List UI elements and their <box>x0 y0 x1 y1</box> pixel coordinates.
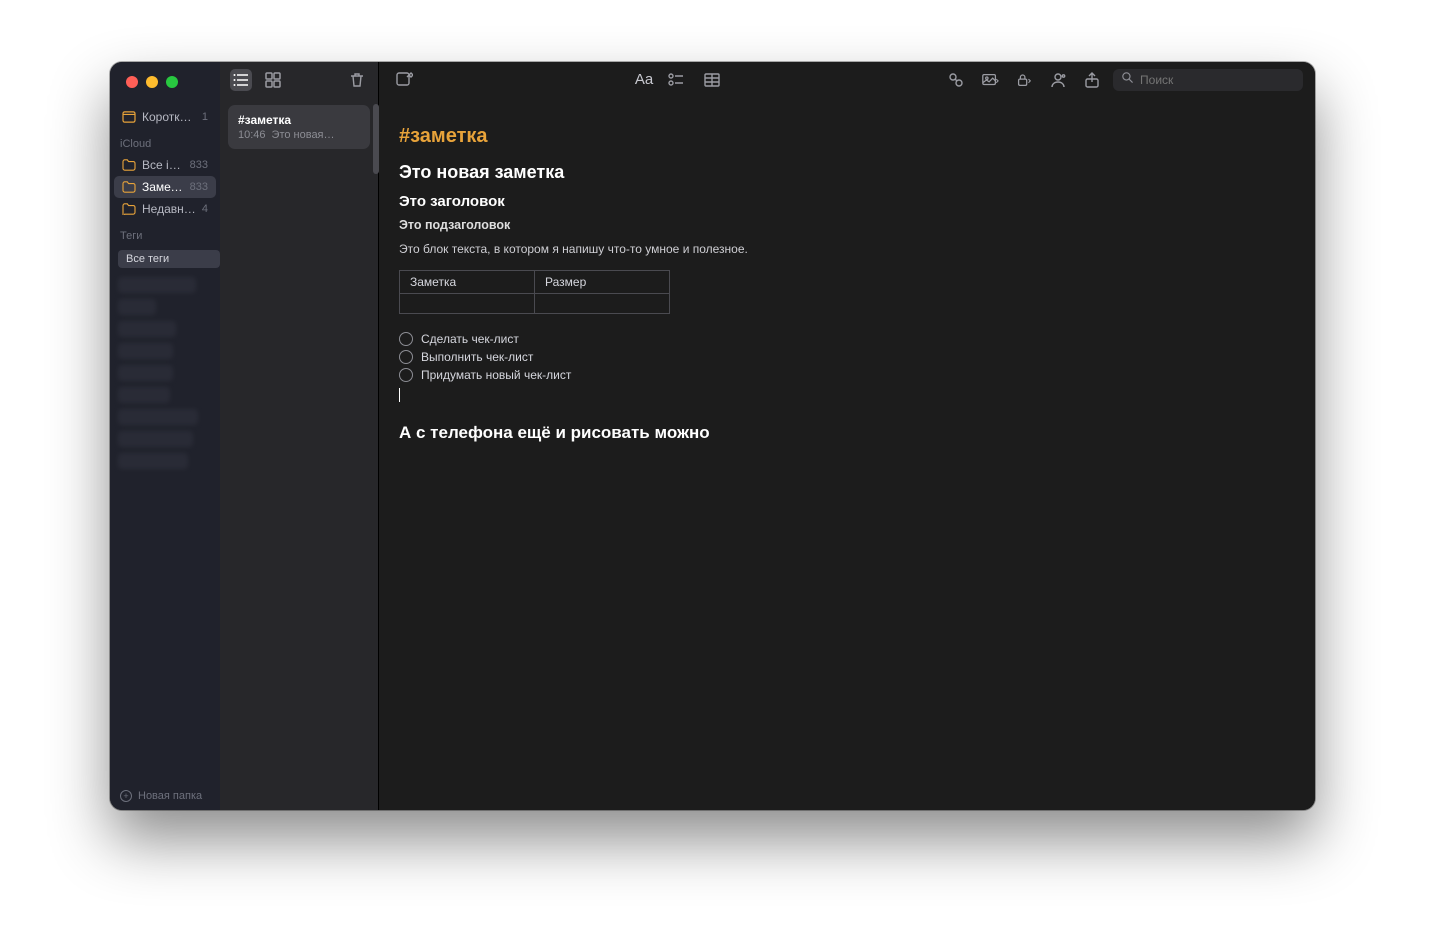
lock-button[interactable] <box>1011 69 1037 91</box>
table-header-cell[interactable]: Размер <box>535 271 670 294</box>
tag-blurred <box>118 409 198 425</box>
sidebar-folder-notes[interactable]: Заметки 833 <box>114 176 216 198</box>
table-button[interactable] <box>699 69 725 91</box>
tag-blurred <box>118 365 173 381</box>
note-heading[interactable]: Это заголовок <box>399 193 1295 210</box>
folder-icon <box>122 203 136 215</box>
format-text-button[interactable]: Aa <box>635 71 653 88</box>
search-box[interactable] <box>1113 69 1303 91</box>
checkbox-circle-icon[interactable] <box>399 332 413 346</box>
checklist-label: Сделать чек-лист <box>421 332 519 346</box>
checklist-item[interactable]: Сделать чек-лист <box>399 332 1295 346</box>
search-input[interactable] <box>1140 73 1295 87</box>
list-toolbar <box>220 62 378 97</box>
search-icon <box>1121 71 1134 89</box>
link-button[interactable] <box>943 69 969 91</box>
share-button[interactable] <box>1079 69 1105 91</box>
text-caret <box>399 388 400 402</box>
view-list-button[interactable] <box>230 69 252 91</box>
note-hashtag[interactable]: #заметка <box>399 125 1295 148</box>
folder-icon <box>122 181 136 193</box>
sidebar-quicknotes[interactable]: Коротки… 1 <box>114 106 216 128</box>
sidebar-folder-label: Заметки <box>142 180 184 194</box>
media-button[interactable] <box>977 69 1003 91</box>
new-folder-button[interactable]: + Новая папка <box>110 782 220 810</box>
window-zoom-button[interactable] <box>166 76 178 88</box>
sidebar-section-icloud: iCloud <box>110 128 220 154</box>
compose-button[interactable] <box>391 69 417 91</box>
note-heading-draw[interactable]: А с телефона ещё и рисовать можно <box>399 423 1295 443</box>
note-item-title: #заметка <box>238 113 360 127</box>
checklist-label: Выполнить чек-лист <box>421 350 533 364</box>
traffic-lights <box>126 76 178 88</box>
tag-blurred <box>118 343 173 359</box>
table-cell[interactable] <box>400 294 535 314</box>
note-subheading[interactable]: Это подзаголовок <box>399 218 1295 232</box>
new-folder-label: Новая папка <box>138 790 202 802</box>
quicknote-icon <box>122 111 136 123</box>
collaborate-button[interactable] <box>1045 69 1071 91</box>
table-header-cell[interactable]: Заметка <box>400 271 535 294</box>
sidebar-quicknotes-count: 1 <box>202 111 208 123</box>
checkbox-circle-icon[interactable] <box>399 368 413 382</box>
tag-blurred <box>118 299 156 315</box>
sidebar-quicknotes-label: Коротки… <box>142 110 196 124</box>
table-row[interactable]: Заметка Размер <box>400 271 670 294</box>
tag-blurred <box>118 387 170 403</box>
window-minimize-button[interactable] <box>146 76 158 88</box>
sidebar-folder-all-icloud[interactable]: Все iCl… 833 <box>114 154 216 176</box>
checklist-label: Придумать новый чек-лист <box>421 368 571 382</box>
note-item-time: 10:46 <box>238 129 266 141</box>
sidebar-folder-count: 833 <box>190 181 208 193</box>
sidebar-folder-label: Все iCl… <box>142 158 184 172</box>
checklist-item[interactable]: Выполнить чек-лист <box>399 350 1295 364</box>
delete-note-button[interactable] <box>346 69 368 91</box>
sidebar-folder-recent[interactable]: Недавн… 4 <box>114 198 216 220</box>
checkbox-circle-icon[interactable] <box>399 350 413 364</box>
editor-body[interactable]: #заметка Это новая заметка Это заголовок… <box>379 97 1315 463</box>
sidebar: Коротки… 1 iCloud Все iCl… 833 Заметки 8… <box>110 62 220 810</box>
plus-circle-icon: + <box>120 790 132 802</box>
tag-all[interactable]: Все теги <box>118 250 220 268</box>
editor-column: Aa <box>379 62 1315 810</box>
note-list-item[interactable]: #заметка 10:46 Это новая… <box>228 105 370 149</box>
tag-blurred <box>118 321 176 337</box>
checklist-button[interactable] <box>663 69 689 91</box>
table-cell[interactable] <box>535 294 670 314</box>
tag-blurred <box>118 277 196 293</box>
editor-toolbar: Aa <box>379 62 1315 97</box>
notes-list-column: #заметка 10:46 Это новая… <box>220 62 379 810</box>
folder-icon <box>122 159 136 171</box>
sidebar-folder-label: Недавн… <box>142 202 196 216</box>
sidebar-section-tags: Теги <box>110 220 220 246</box>
tag-blurred <box>118 453 188 469</box>
checklist-item[interactable]: Придумать новый чек-лист <box>399 368 1295 382</box>
app-window: Коротки… 1 iCloud Все iCl… 833 Заметки 8… <box>110 62 1315 810</box>
sidebar-folder-count: 833 <box>190 159 208 171</box>
note-paragraph[interactable]: Это блок текста, в котором я напишу что-… <box>399 242 1295 256</box>
sidebar-folder-count: 4 <box>202 203 208 215</box>
table-row[interactable] <box>400 294 670 314</box>
note-item-preview: Это новая… <box>272 129 335 141</box>
note-table[interactable]: Заметка Размер <box>399 270 670 314</box>
tag-blurred <box>118 431 193 447</box>
view-grid-button[interactable] <box>262 69 284 91</box>
window-close-button[interactable] <box>126 76 138 88</box>
format-group: Aa <box>635 69 725 91</box>
note-title[interactable]: Это новая заметка <box>399 162 1295 183</box>
